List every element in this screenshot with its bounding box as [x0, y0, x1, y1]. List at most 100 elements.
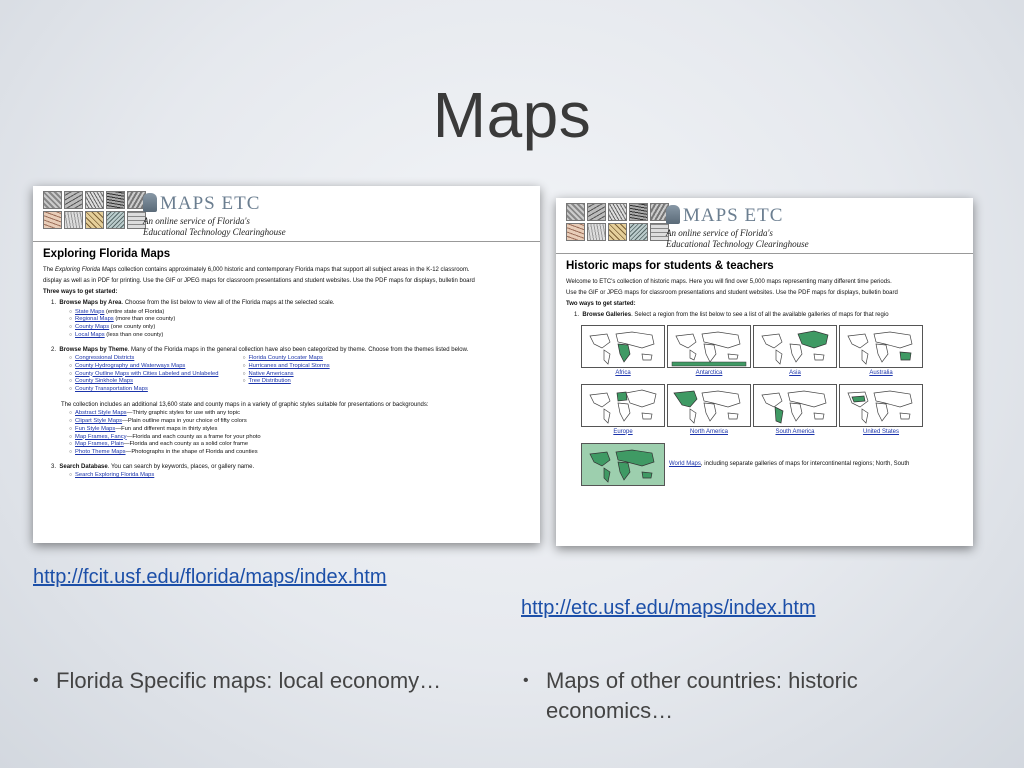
slide-title: Maps	[432, 79, 592, 151]
world-map-thumbnail[interactable]	[839, 324, 923, 368]
list-item: State Maps (entire state of Florida)	[69, 309, 540, 317]
intro-text: Welcome to ETC's collection of historic …	[566, 279, 892, 285]
gallery-card-australia[interactable]: Australia	[839, 324, 923, 384]
gallery-label[interactable]: Australia	[839, 370, 923, 376]
gallery-card-asia[interactable]: Asia	[753, 324, 837, 384]
style-link[interactable]: Clipart Style Maps	[75, 418, 122, 424]
theme-link[interactable]: Florida County Locater Maps	[248, 355, 322, 361]
list-item: Florida County Locater Maps	[242, 355, 329, 363]
maps-etc-logo[interactable]: MAPS ETC	[666, 205, 783, 227]
gallery-card-north-america[interactable]: North America	[667, 383, 751, 443]
site-tagline: An online service of Florida's Educationa…	[143, 216, 286, 237]
list-item: Local Maps (less than one county)	[69, 332, 540, 340]
theme-list-col1: Congressional Districts County Hydrograp…	[69, 355, 218, 394]
gallery-label[interactable]: Antarctica	[667, 370, 751, 376]
intro-text-2: display as well as in PDF for printing. …	[43, 278, 475, 285]
intro-text: The Exploring Florida Maps collection co…	[43, 267, 470, 273]
list-item: Hurricanes and Tropical Storms	[242, 363, 329, 371]
banner-map-tiles	[566, 203, 669, 241]
gallery-label[interactable]: South America	[753, 429, 837, 435]
list-item: County Transportation Maps	[69, 386, 218, 394]
world-map-thumbnail[interactable]	[753, 383, 837, 427]
florida-maps-url-link[interactable]: http://fcit.usf.edu/florida/maps/index.h…	[33, 563, 513, 592]
gallery-row-1: Africa Antarctica Asia Australia	[581, 324, 973, 384]
florida-maps-screenshot: MAPS ETC An online service of Florida's E…	[33, 186, 540, 543]
site-banner: MAPS ETC An online service of Florida's E…	[33, 186, 540, 241]
three-ways-heading: Three ways to get started:	[43, 289, 118, 296]
area-link[interactable]: Regional Maps	[75, 316, 114, 322]
area-link[interactable]: State Maps	[75, 309, 104, 315]
gallery-card-antarctica[interactable]: Antarctica	[667, 324, 751, 384]
theme-link[interactable]: Congressional Districts	[75, 355, 134, 361]
gallery-row-2: Europe North America South America Unite…	[581, 383, 973, 443]
page-heading: Historic maps for students & teachers	[566, 260, 774, 272]
list-item: County Sinkhole Maps	[69, 378, 218, 386]
theme-link[interactable]: County Sinkhole Maps	[75, 378, 133, 384]
list-item: Regional Maps (more than one county)	[69, 316, 540, 324]
style-link[interactable]: Map Frames, Fancy	[75, 434, 127, 440]
list-item: Map Frames, Fancy—Florida and each count…	[69, 434, 540, 442]
list-item: Fun Style Maps—Fun and different maps in…	[69, 426, 540, 434]
gallery-label[interactable]: Africa	[581, 370, 665, 376]
list-item: County Outline Maps with Cities Labeled …	[69, 371, 218, 379]
gallery-card-africa[interactable]: Africa	[581, 324, 665, 384]
bullet-left: • Florida Specific maps: local economy…	[33, 666, 456, 696]
list-item: Tree Distribution	[242, 378, 329, 386]
browse-galleries: 1. Browse Galleries. Select a region fro…	[574, 312, 889, 319]
gallery-label[interactable]: Asia	[753, 370, 837, 376]
style-link[interactable]: Photo Theme Maps	[75, 449, 125, 455]
world-map-thumbnail[interactable]	[667, 383, 751, 427]
style-link[interactable]: Fun Style Maps	[75, 426, 115, 432]
gallery-card-europe[interactable]: Europe	[581, 383, 665, 443]
list-item: Congressional Districts	[69, 355, 218, 363]
world-map-thumbnail[interactable]	[581, 324, 665, 368]
theme-list-col2: Florida County Locater Maps Hurricanes a…	[242, 355, 329, 394]
theme-link[interactable]: Tree Distribution	[248, 378, 290, 384]
list-item: Native Americans	[242, 371, 329, 379]
theme-link[interactable]: County Hydrography and Waterways Maps	[75, 363, 185, 369]
search-database: 3. Search Database. You can search by ke…	[51, 463, 255, 470]
bullet-dot-icon: •	[523, 672, 529, 689]
world-maps-row: World Maps, including separate galleries…	[581, 442, 973, 486]
banner-map-tiles	[43, 191, 146, 229]
gallery-label[interactable]: North America	[667, 429, 751, 435]
site-banner: MAPS ETC An online service of Florida's E…	[556, 198, 973, 253]
list-item: Photo Theme Maps—Photographs in the shap…	[69, 449, 540, 457]
gallery-label[interactable]: Europe	[581, 429, 665, 435]
area-list: State Maps (entire state of Florida) Reg…	[69, 309, 540, 340]
gallery-card-united-states[interactable]: United States	[839, 383, 923, 443]
world-map-thumbnail[interactable]	[753, 324, 837, 368]
gallery-card-south-america[interactable]: South America	[753, 383, 837, 443]
style-link[interactable]: Abstract Style Maps	[75, 410, 127, 416]
statue-icon	[666, 205, 680, 224]
list-item: Abstract Style Maps—Thirty graphic style…	[69, 410, 540, 418]
browse-by-area: 1. Browse Maps by Area. Choose from the …	[51, 300, 335, 307]
list-item: County Maps (one county only)	[69, 324, 540, 332]
theme-link[interactable]: Hurricanes and Tropical Storms	[248, 363, 329, 369]
historic-maps-screenshot: MAPS ETC An online service of Florida's E…	[556, 198, 973, 546]
search-link[interactable]: Search Exploring Florida Maps	[75, 472, 154, 478]
maps-etc-logo[interactable]: MAPS ETC	[143, 193, 260, 215]
world-maps-link[interactable]: World Maps	[669, 461, 701, 467]
list-item: Search Exploring Florida Maps	[69, 472, 540, 480]
styles-list: Abstract Style Maps—Thirty graphic style…	[69, 410, 540, 457]
bullet-dot-icon: •	[33, 672, 39, 689]
area-link[interactable]: Local Maps	[75, 332, 105, 338]
theme-link[interactable]: County Outline Maps with Cities Labeled …	[75, 371, 218, 377]
historic-maps-url-link[interactable]: http://etc.usf.edu/maps/index.htm	[521, 594, 816, 623]
world-map-thumbnail[interactable]	[581, 442, 665, 486]
intro-text-2: Use the GIF or JPEG maps for classroom p…	[566, 290, 898, 297]
world-map-thumbnail[interactable]	[667, 324, 751, 368]
world-maps-text: World Maps, including separate galleries…	[669, 461, 910, 468]
statue-icon	[143, 193, 157, 212]
theme-link[interactable]: County Transportation Maps	[75, 386, 148, 392]
world-map-thumbnail[interactable]	[839, 383, 923, 427]
style-link[interactable]: Map Frames, Plain	[75, 441, 124, 447]
gallery-label[interactable]: United States	[839, 429, 923, 435]
list-item: Clipart Style Maps—Plain outline maps in…	[69, 418, 540, 426]
theme-link[interactable]: Native Americans	[248, 371, 293, 377]
area-link[interactable]: County Maps	[75, 324, 109, 330]
divider	[33, 241, 540, 242]
world-map-thumbnail[interactable]	[581, 383, 665, 427]
page-heading: Exploring Florida Maps	[43, 248, 171, 260]
